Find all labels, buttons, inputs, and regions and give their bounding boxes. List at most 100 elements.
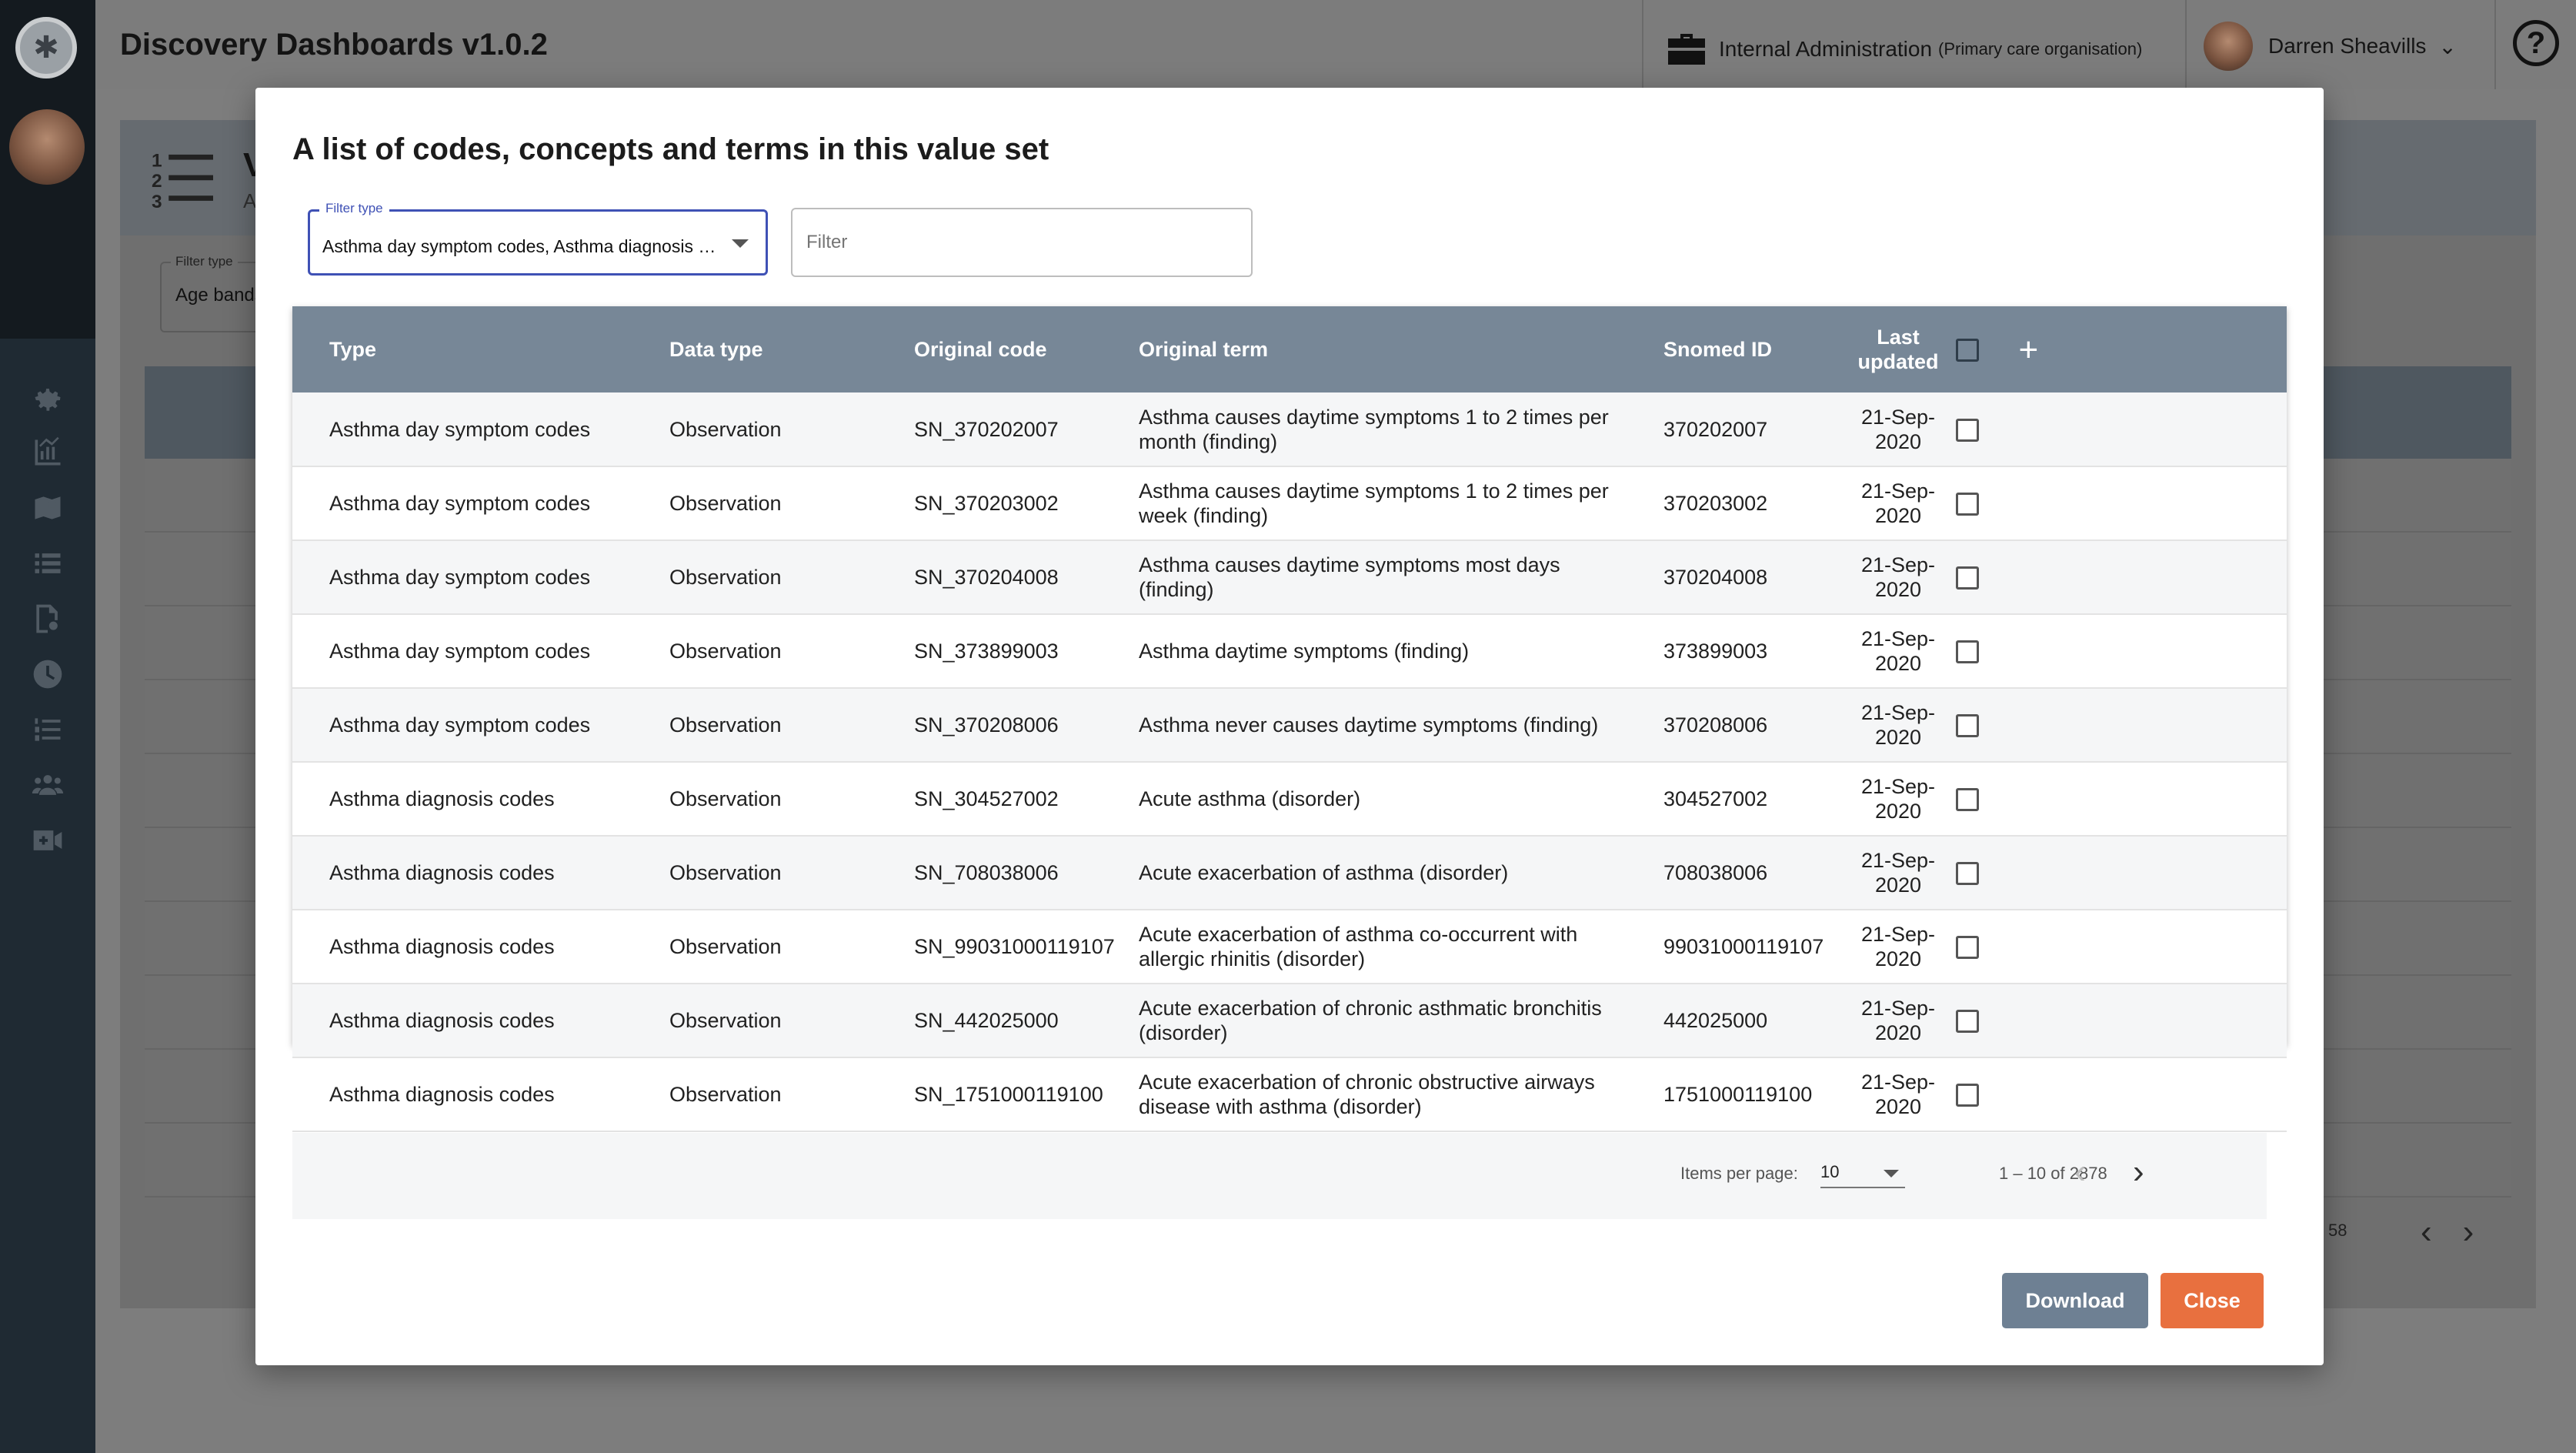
cell-snomed-id: 99031000119107 xyxy=(1663,935,1824,958)
dialog-title: A list of codes, concepts and terms in t… xyxy=(292,132,1049,166)
row-checkbox[interactable] xyxy=(1956,862,1979,886)
search-document-icon[interactable] xyxy=(0,591,95,646)
column-header-data-type[interactable]: Data type xyxy=(632,306,877,392)
cell-select xyxy=(1956,984,2287,1057)
numbered-list-icon: 123 xyxy=(152,150,213,209)
filter-type-value: Asthma day symptom codes, Asthma diagnos… xyxy=(322,236,722,256)
cell-last-updated: 21-Sep-2020 xyxy=(1860,1071,1936,1118)
cell-data-type: Observation xyxy=(669,417,782,441)
table-row: Asthma diagnosis codes Observation SN_3045… xyxy=(292,762,2287,836)
chart-icon[interactable] xyxy=(0,425,95,480)
organisation-name: Internal Administration xyxy=(1719,37,1933,61)
svg-text:2: 2 xyxy=(152,171,162,192)
cell-type: Asthma diagnosis codes xyxy=(329,1083,555,1106)
cell-last-updated: 21-Sep-2020 xyxy=(1860,849,1936,897)
column-header-snomed-id[interactable]: Snomed ID xyxy=(1627,306,1840,392)
previous-page-icon[interactable]: ‹ xyxy=(2074,1153,2086,1191)
cell-original-code: SN_1751000119100 xyxy=(914,1083,1103,1106)
background-filter-label: Filter type xyxy=(171,254,238,269)
cell-original-code: SN_442025000 xyxy=(914,1009,1059,1032)
cell-snomed-id: 373899003 xyxy=(1663,640,1768,663)
cell-snomed-id: 370203002 xyxy=(1663,492,1768,515)
list-icon[interactable] xyxy=(0,536,95,591)
svg-text:1: 1 xyxy=(152,150,162,171)
column-header-original-term[interactable]: Original term xyxy=(1102,306,1627,392)
row-checkbox[interactable] xyxy=(1956,936,1979,960)
close-button[interactable]: Close xyxy=(2161,1273,2264,1328)
cell-original-code: SN_370202007 xyxy=(914,417,1059,441)
column-header-last-updated[interactable]: Last updated xyxy=(1840,306,1956,392)
cell-select xyxy=(1956,540,2287,614)
paginator: Items per page: 10 1 – 10 of 2878 ‹ › xyxy=(292,1133,2267,1219)
cell-data-type: Observation xyxy=(669,713,782,737)
settings-icon[interactable] xyxy=(0,369,95,425)
cell-select xyxy=(1956,688,2287,762)
row-checkbox[interactable] xyxy=(1956,788,1979,812)
row-checkbox[interactable] xyxy=(1956,640,1979,664)
value-set-dialog: A list of codes, concepts and terms in t… xyxy=(255,88,2324,1365)
topbar-divider xyxy=(1642,0,1643,89)
people-icon[interactable] xyxy=(0,757,95,813)
cell-select xyxy=(1956,836,2287,910)
header-actions: + xyxy=(1956,306,2287,392)
cell-original-code: SN_370203002 xyxy=(914,492,1059,515)
cell-type: Asthma diagnosis codes xyxy=(329,861,555,884)
column-header-type[interactable]: Type xyxy=(292,306,632,392)
video-add-icon[interactable] xyxy=(0,813,95,868)
filter-type-select[interactable]: Filter type Asthma day symptom codes, As… xyxy=(308,201,768,276)
app-logo[interactable]: ✱ xyxy=(15,17,77,78)
cell-type: Asthma day symptom codes xyxy=(329,417,591,441)
row-checkbox[interactable] xyxy=(1956,566,1979,590)
cell-snomed-id: 370202007 xyxy=(1663,417,1768,441)
filter-input[interactable] xyxy=(791,208,1253,277)
cell-original-term: Acute exacerbation of chronic obstructiv… xyxy=(1139,1071,1595,1118)
cell-original-term: Asthma daytime symptoms (finding) xyxy=(1139,640,1470,663)
help-icon[interactable]: ? xyxy=(2513,20,2559,66)
cell-select xyxy=(1956,614,2287,688)
background-filter-value: Age bands xyxy=(175,285,264,306)
cell-last-updated: 21-Sep-2020 xyxy=(1860,405,1936,453)
row-checkbox[interactable] xyxy=(1956,714,1979,738)
cell-original-term: Asthma never causes daytime symptoms (fi… xyxy=(1139,713,1599,737)
cell-data-type: Observation xyxy=(669,1009,782,1032)
cell-type: Asthma diagnosis codes xyxy=(329,787,555,810)
table-row: Asthma day symptom codes Observation SN_37… xyxy=(292,466,2287,540)
row-checkbox[interactable] xyxy=(1956,1010,1979,1034)
cell-original-term: Asthma causes daytime symptoms 1 to 2 ti… xyxy=(1139,405,1609,453)
cell-last-updated: 21-Sep-2020 xyxy=(1860,923,1936,970)
cell-data-type: Observation xyxy=(669,1083,782,1106)
user-menu[interactable]: Darren Sheavills ⌄ xyxy=(2204,22,2457,71)
table-row: Asthma diagnosis codes Observation SN_9903… xyxy=(292,910,2287,984)
organisation-selector[interactable]: Internal Administration (Primary care or… xyxy=(1665,31,2142,68)
cell-last-updated: 21-Sep-2020 xyxy=(1860,775,1936,823)
items-per-page-select[interactable]: 10 xyxy=(1820,1162,1905,1188)
map-icon[interactable] xyxy=(0,480,95,536)
cell-data-type: Observation xyxy=(669,787,782,810)
clock-icon[interactable] xyxy=(0,646,95,702)
cell-original-term: Asthma causes daytime symptoms 1 to 2 ti… xyxy=(1139,479,1609,527)
background-page-subtitle: A xyxy=(243,189,257,212)
cell-original-term: Acute exacerbation of asthma (disorder) xyxy=(1139,861,1509,884)
cell-original-code: SN_373899003 xyxy=(914,640,1059,663)
select-all-checkbox[interactable] xyxy=(1956,338,1979,362)
row-checkbox[interactable] xyxy=(1956,1084,1979,1107)
column-header-original-code[interactable]: Original code xyxy=(877,306,1102,392)
cell-snomed-id: 370208006 xyxy=(1663,713,1768,737)
dropdown-caret-icon xyxy=(732,239,749,248)
numbered-list-icon[interactable] xyxy=(0,702,95,757)
cell-original-term: Acute asthma (disorder) xyxy=(1139,787,1361,810)
cell-select xyxy=(1956,392,2287,466)
cell-original-term: Acute exacerbation of chronic asthmatic … xyxy=(1139,997,1602,1044)
table-row: Asthma day symptom codes Observation SN_37… xyxy=(292,540,2287,614)
download-button[interactable]: Download xyxy=(2002,1273,2148,1328)
next-page-icon[interactable]: › xyxy=(2133,1153,2144,1191)
topbar-divider xyxy=(2185,0,2187,89)
row-checkbox[interactable] xyxy=(1956,493,1979,516)
sidebar-avatar[interactable] xyxy=(9,109,85,185)
cell-original-code: SN_304527002 xyxy=(914,787,1059,810)
row-checkbox[interactable] xyxy=(1956,418,1979,442)
add-code-icon[interactable]: + xyxy=(2019,332,2039,366)
cell-data-type: Observation xyxy=(669,935,782,958)
codes-table: Type Data type Original code Original te… xyxy=(292,306,2287,1131)
top-bar: Discovery Dashboards v1.0.2 Internal Adm… xyxy=(95,0,2576,89)
